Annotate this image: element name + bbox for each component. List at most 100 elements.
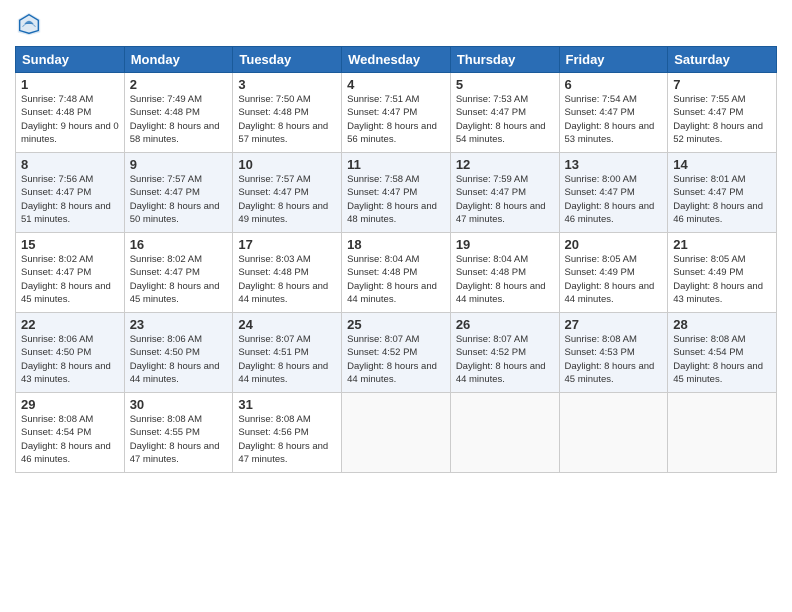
day-info: Sunrise: 8:08 AMSunset: 4:55 PMDaylight:… [130, 413, 228, 466]
day-info: Sunrise: 8:08 AMSunset: 4:56 PMDaylight:… [238, 413, 336, 466]
day-number: 6 [565, 77, 663, 92]
day-info: Sunrise: 8:04 AMSunset: 4:48 PMDaylight:… [347, 253, 445, 306]
day-info: Sunrise: 8:08 AMSunset: 4:54 PMDaylight:… [21, 413, 119, 466]
day-cell-8: 8Sunrise: 7:56 AMSunset: 4:47 PMDaylight… [16, 153, 125, 233]
day-info: Sunrise: 8:03 AMSunset: 4:48 PMDaylight:… [238, 253, 336, 306]
day-number: 24 [238, 317, 336, 332]
day-number: 26 [456, 317, 554, 332]
day-info: Sunrise: 7:59 AMSunset: 4:47 PMDaylight:… [456, 173, 554, 226]
day-info: Sunrise: 7:49 AMSunset: 4:48 PMDaylight:… [130, 93, 228, 146]
day-number: 16 [130, 237, 228, 252]
day-cell-9: 9Sunrise: 7:57 AMSunset: 4:47 PMDaylight… [124, 153, 233, 233]
day-cell-26: 26Sunrise: 8:07 AMSunset: 4:52 PMDayligh… [450, 313, 559, 393]
day-info: Sunrise: 7:57 AMSunset: 4:47 PMDaylight:… [130, 173, 228, 226]
empty-cell [668, 393, 777, 473]
day-number: 21 [673, 237, 771, 252]
day-info: Sunrise: 7:56 AMSunset: 4:47 PMDaylight:… [21, 173, 119, 226]
day-number: 25 [347, 317, 445, 332]
day-cell-17: 17Sunrise: 8:03 AMSunset: 4:48 PMDayligh… [233, 233, 342, 313]
week-row-1: 1Sunrise: 7:48 AMSunset: 4:48 PMDaylight… [16, 73, 777, 153]
day-cell-27: 27Sunrise: 8:08 AMSunset: 4:53 PMDayligh… [559, 313, 668, 393]
day-cell-30: 30Sunrise: 8:08 AMSunset: 4:55 PMDayligh… [124, 393, 233, 473]
day-cell-2: 2Sunrise: 7:49 AMSunset: 4:48 PMDaylight… [124, 73, 233, 153]
day-number: 8 [21, 157, 119, 172]
day-cell-1: 1Sunrise: 7:48 AMSunset: 4:48 PMDaylight… [16, 73, 125, 153]
day-number: 12 [456, 157, 554, 172]
day-info: Sunrise: 8:01 AMSunset: 4:47 PMDaylight:… [673, 173, 771, 226]
day-info: Sunrise: 8:08 AMSunset: 4:54 PMDaylight:… [673, 333, 771, 386]
day-number: 10 [238, 157, 336, 172]
day-info: Sunrise: 7:57 AMSunset: 4:47 PMDaylight:… [238, 173, 336, 226]
calendar-table: SundayMondayTuesdayWednesdayThursdayFrid… [15, 46, 777, 473]
day-info: Sunrise: 7:58 AMSunset: 4:47 PMDaylight:… [347, 173, 445, 226]
weekday-header-tuesday: Tuesday [233, 47, 342, 73]
day-number: 22 [21, 317, 119, 332]
day-cell-6: 6Sunrise: 7:54 AMSunset: 4:47 PMDaylight… [559, 73, 668, 153]
day-number: 3 [238, 77, 336, 92]
day-cell-23: 23Sunrise: 8:06 AMSunset: 4:50 PMDayligh… [124, 313, 233, 393]
day-cell-29: 29Sunrise: 8:08 AMSunset: 4:54 PMDayligh… [16, 393, 125, 473]
week-row-5: 29Sunrise: 8:08 AMSunset: 4:54 PMDayligh… [16, 393, 777, 473]
day-info: Sunrise: 8:07 AMSunset: 4:52 PMDaylight:… [347, 333, 445, 386]
day-cell-16: 16Sunrise: 8:02 AMSunset: 4:47 PMDayligh… [124, 233, 233, 313]
empty-cell [450, 393, 559, 473]
day-number: 4 [347, 77, 445, 92]
logo [15, 10, 47, 38]
day-number: 7 [673, 77, 771, 92]
day-number: 19 [456, 237, 554, 252]
page: SundayMondayTuesdayWednesdayThursdayFrid… [0, 0, 792, 612]
header [15, 10, 777, 38]
day-cell-12: 12Sunrise: 7:59 AMSunset: 4:47 PMDayligh… [450, 153, 559, 233]
weekday-header-thursday: Thursday [450, 47, 559, 73]
day-info: Sunrise: 8:05 AMSunset: 4:49 PMDaylight:… [565, 253, 663, 306]
day-cell-19: 19Sunrise: 8:04 AMSunset: 4:48 PMDayligh… [450, 233, 559, 313]
week-row-2: 8Sunrise: 7:56 AMSunset: 4:47 PMDaylight… [16, 153, 777, 233]
day-info: Sunrise: 8:06 AMSunset: 4:50 PMDaylight:… [130, 333, 228, 386]
day-info: Sunrise: 7:54 AMSunset: 4:47 PMDaylight:… [565, 93, 663, 146]
day-cell-20: 20Sunrise: 8:05 AMSunset: 4:49 PMDayligh… [559, 233, 668, 313]
day-info: Sunrise: 8:06 AMSunset: 4:50 PMDaylight:… [21, 333, 119, 386]
day-info: Sunrise: 8:08 AMSunset: 4:53 PMDaylight:… [565, 333, 663, 386]
day-cell-28: 28Sunrise: 8:08 AMSunset: 4:54 PMDayligh… [668, 313, 777, 393]
day-cell-18: 18Sunrise: 8:04 AMSunset: 4:48 PMDayligh… [342, 233, 451, 313]
day-number: 20 [565, 237, 663, 252]
day-number: 17 [238, 237, 336, 252]
day-cell-14: 14Sunrise: 8:01 AMSunset: 4:47 PMDayligh… [668, 153, 777, 233]
day-info: Sunrise: 8:02 AMSunset: 4:47 PMDaylight:… [130, 253, 228, 306]
day-info: Sunrise: 8:02 AMSunset: 4:47 PMDaylight:… [21, 253, 119, 306]
day-number: 14 [673, 157, 771, 172]
day-number: 30 [130, 397, 228, 412]
logo-icon [15, 10, 43, 38]
day-cell-10: 10Sunrise: 7:57 AMSunset: 4:47 PMDayligh… [233, 153, 342, 233]
day-cell-22: 22Sunrise: 8:06 AMSunset: 4:50 PMDayligh… [16, 313, 125, 393]
day-number: 29 [21, 397, 119, 412]
day-number: 27 [565, 317, 663, 332]
empty-cell [342, 393, 451, 473]
day-info: Sunrise: 8:04 AMSunset: 4:48 PMDaylight:… [456, 253, 554, 306]
day-number: 31 [238, 397, 336, 412]
weekday-header-monday: Monday [124, 47, 233, 73]
day-number: 2 [130, 77, 228, 92]
day-cell-13: 13Sunrise: 8:00 AMSunset: 4:47 PMDayligh… [559, 153, 668, 233]
weekday-header-row: SundayMondayTuesdayWednesdayThursdayFrid… [16, 47, 777, 73]
day-number: 9 [130, 157, 228, 172]
week-row-4: 22Sunrise: 8:06 AMSunset: 4:50 PMDayligh… [16, 313, 777, 393]
day-info: Sunrise: 8:07 AMSunset: 4:51 PMDaylight:… [238, 333, 336, 386]
weekday-header-wednesday: Wednesday [342, 47, 451, 73]
day-cell-25: 25Sunrise: 8:07 AMSunset: 4:52 PMDayligh… [342, 313, 451, 393]
day-cell-5: 5Sunrise: 7:53 AMSunset: 4:47 PMDaylight… [450, 73, 559, 153]
day-cell-31: 31Sunrise: 8:08 AMSunset: 4:56 PMDayligh… [233, 393, 342, 473]
day-info: Sunrise: 7:55 AMSunset: 4:47 PMDaylight:… [673, 93, 771, 146]
empty-cell [559, 393, 668, 473]
day-cell-21: 21Sunrise: 8:05 AMSunset: 4:49 PMDayligh… [668, 233, 777, 313]
day-number: 5 [456, 77, 554, 92]
day-number: 23 [130, 317, 228, 332]
day-info: Sunrise: 7:48 AMSunset: 4:48 PMDaylight:… [21, 93, 119, 146]
weekday-header-sunday: Sunday [16, 47, 125, 73]
day-number: 13 [565, 157, 663, 172]
day-number: 11 [347, 157, 445, 172]
weekday-header-friday: Friday [559, 47, 668, 73]
day-number: 28 [673, 317, 771, 332]
day-number: 1 [21, 77, 119, 92]
day-info: Sunrise: 8:05 AMSunset: 4:49 PMDaylight:… [673, 253, 771, 306]
